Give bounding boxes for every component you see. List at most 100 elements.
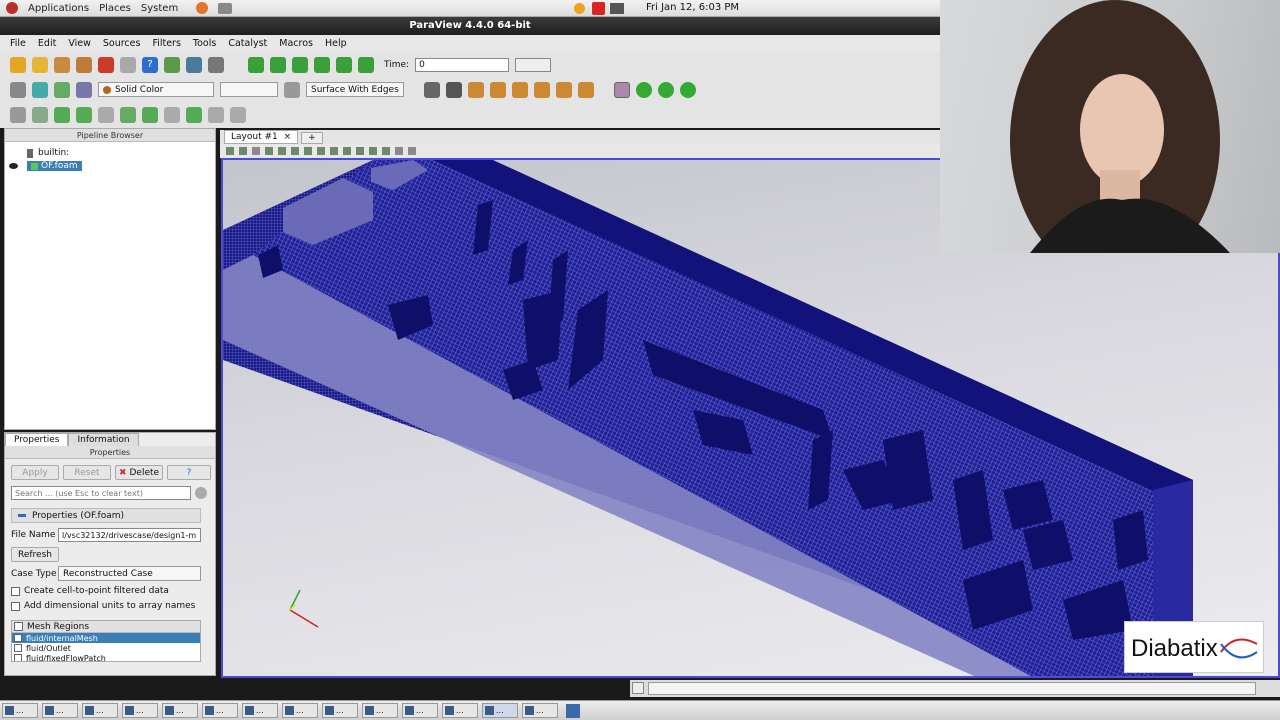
menu-filters[interactable]: Filters [152, 38, 180, 49]
taskbar-window-button[interactable]: ... [162, 703, 198, 718]
system-menu[interactable]: System [141, 3, 178, 14]
menu-tools[interactable]: Tools [193, 38, 216, 49]
scalar-bar-icon[interactable] [10, 81, 26, 98]
representation-select[interactable]: Surface With Edges [306, 82, 404, 97]
save-state-icon[interactable] [76, 56, 92, 73]
taskbar-window-button[interactable]: ... [402, 703, 438, 718]
reset-button[interactable]: Reset [63, 465, 111, 480]
taskbar-window-button[interactable]: ... [362, 703, 398, 718]
advanced-gear-icon[interactable] [195, 487, 207, 499]
previous-frame-icon[interactable] [270, 56, 286, 73]
collapse-section-icon[interactable] [18, 514, 26, 517]
open-folder-icon[interactable] [32, 56, 48, 73]
reset-camera-icon[interactable] [424, 81, 440, 98]
representation-icon[interactable] [284, 81, 300, 98]
add-layout-tab-button[interactable]: + [301, 132, 323, 144]
workspace-switcher-icon[interactable] [566, 703, 580, 718]
edit-colormap-icon[interactable] [54, 81, 70, 98]
rescale-icon[interactable] [76, 81, 92, 98]
last-frame-icon[interactable] [336, 56, 352, 73]
gnome-foot-icon[interactable] [6, 2, 18, 14]
warp-filter-icon[interactable] [186, 107, 202, 123]
calculator-filter-icon[interactable] [10, 107, 26, 123]
cell-to-point-checkbox[interactable] [11, 586, 20, 596]
menu-sources[interactable]: Sources [103, 38, 141, 49]
file-name-input[interactable]: l/vsc32132/drivescase/design1-m [58, 528, 201, 542]
firefox-icon[interactable] [196, 2, 209, 14]
help-icon[interactable]: ? [142, 56, 158, 73]
redo-icon[interactable] [120, 56, 136, 73]
mesh-regions-header-checkbox[interactable] [14, 622, 23, 631]
taskbar-window-button[interactable]: ... [442, 703, 478, 718]
network-icon[interactable] [610, 3, 624, 14]
mail-icon[interactable] [218, 2, 233, 14]
component-select[interactable] [220, 82, 278, 97]
pipeline-item-of-foam[interactable]: OF.foam [27, 161, 82, 171]
dimensional-units-checkbox[interactable] [11, 601, 20, 611]
menu-catalyst[interactable]: Catalyst [228, 38, 267, 49]
extract-level-filter-icon[interactable] [230, 107, 246, 123]
menu-macros[interactable]: Macros [279, 38, 313, 49]
disconnect-icon[interactable] [186, 56, 202, 73]
color-by-select[interactable]: Solid Color [98, 82, 214, 97]
taskbar-window-button[interactable]: ... [2, 703, 38, 718]
status-progress-icon[interactable] [632, 682, 644, 694]
rotate-90-cw-icon[interactable] [636, 81, 652, 98]
taskbar-window-button[interactable]: ... [522, 703, 558, 718]
tab-properties[interactable]: Properties [5, 433, 69, 446]
time-step-spinbox[interactable] [515, 57, 552, 72]
tab-information[interactable]: Information [68, 433, 139, 446]
taskbar-window-button[interactable]: ... [242, 703, 278, 718]
undo-icon[interactable] [98, 56, 114, 73]
time-input[interactable]: 0 [415, 57, 510, 72]
pipeline-root[interactable]: builtin: [38, 148, 69, 158]
loop-icon[interactable] [358, 56, 374, 73]
clock[interactable]: Fri Jan 12, 6:03 PM [646, 2, 739, 13]
glyph-filter-icon[interactable] [142, 107, 158, 123]
slice-filter-icon[interactable] [76, 107, 92, 123]
taskbar-window-button[interactable]: ... [282, 703, 318, 718]
rotate-90-ccw-icon[interactable] [658, 81, 674, 98]
menu-file[interactable]: File [10, 38, 26, 49]
connect-icon[interactable] [164, 56, 180, 73]
open-icon[interactable] [10, 56, 26, 73]
mesh-region-checkbox[interactable] [14, 634, 22, 642]
play-icon[interactable] [292, 56, 308, 73]
camera-icon[interactable] [208, 56, 224, 73]
axis-y-minus-icon[interactable] [534, 81, 550, 98]
properties-search-input[interactable] [11, 486, 191, 500]
color-legend-icon[interactable] [32, 81, 48, 98]
apply-button[interactable]: Apply [11, 465, 59, 480]
axis-z-plus-icon[interactable] [556, 81, 572, 98]
taskbar-window-button[interactable]: ... [482, 703, 518, 718]
refresh-button[interactable]: Refresh [11, 547, 59, 562]
first-frame-icon[interactable] [248, 56, 264, 73]
taskbar-window-button[interactable]: ... [122, 703, 158, 718]
applications-menu[interactable]: Applications [28, 3, 89, 14]
save-data-icon[interactable] [54, 56, 70, 73]
taskbar-window-button[interactable]: ... [322, 703, 358, 718]
taskbar-window-button[interactable]: ... [202, 703, 238, 718]
clip-filter-icon[interactable] [54, 107, 70, 123]
mesh-region-checkbox[interactable] [14, 654, 22, 661]
axis-x-plus-icon[interactable] [468, 81, 484, 98]
stream-tracer-filter-icon[interactable] [164, 107, 180, 123]
next-frame-icon[interactable] [314, 56, 330, 73]
zoom-data-icon[interactable] [446, 81, 462, 98]
delete-button[interactable]: ✖ Delete [115, 465, 163, 480]
list-item[interactable]: fluid/fixedFlowPatch [12, 653, 200, 661]
menu-edit[interactable]: Edit [38, 38, 56, 49]
axis-x-minus-icon[interactable] [490, 81, 506, 98]
menu-view[interactable]: View [68, 38, 91, 49]
list-item[interactable]: fluid/internalMesh [12, 633, 200, 643]
record-icon[interactable] [592, 2, 605, 15]
close-tab-icon[interactable]: × [284, 132, 292, 142]
mesh-regions-list[interactable]: Mesh Regions fluid/internalMesh fluid/Ou… [11, 620, 201, 662]
menu-help[interactable]: Help [325, 38, 347, 49]
taskbar-window-button[interactable]: ... [82, 703, 118, 718]
extract-subset-filter-icon[interactable] [120, 107, 136, 123]
help-button[interactable]: ? [167, 465, 211, 480]
group-datasets-filter-icon[interactable] [208, 107, 224, 123]
case-type-select[interactable]: Reconstructed Case [58, 566, 201, 581]
camera-undo-icon[interactable] [680, 81, 696, 98]
